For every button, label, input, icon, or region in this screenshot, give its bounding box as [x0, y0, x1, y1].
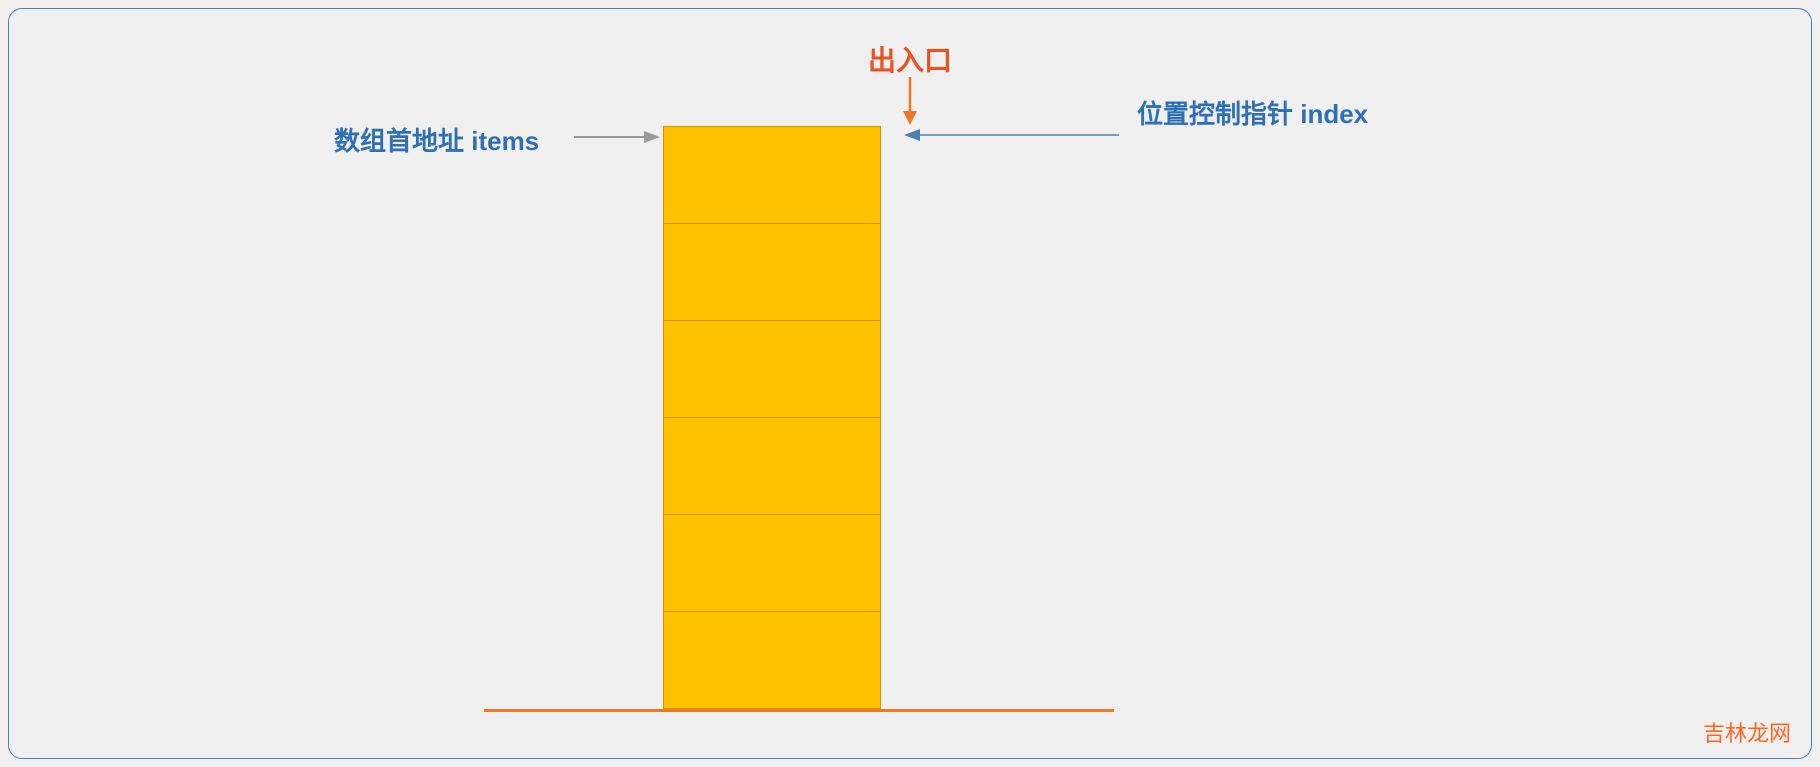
stack-cell — [663, 320, 881, 418]
entry-label: 出入口 — [868, 39, 952, 79]
arrow-right-icon — [574, 129, 660, 150]
stack-cell — [663, 611, 881, 709]
base-line — [484, 709, 1114, 712]
stack-cell — [663, 417, 881, 515]
stack-cell — [663, 514, 881, 612]
stack-cell — [663, 126, 881, 224]
stack-array — [663, 126, 881, 708]
diagram-frame: 出入口 数组首地址 items 位置控制指针 index 吉林龙网 — [8, 8, 1812, 759]
left-label: 数组首地址 items — [334, 121, 539, 158]
arrow-left-icon — [904, 127, 1119, 148]
right-label: 位置控制指针 index — [1137, 94, 1368, 131]
watermark: 吉林龙网 — [1703, 716, 1791, 748]
stack-cell — [663, 223, 881, 321]
arrow-down-icon — [900, 77, 920, 130]
